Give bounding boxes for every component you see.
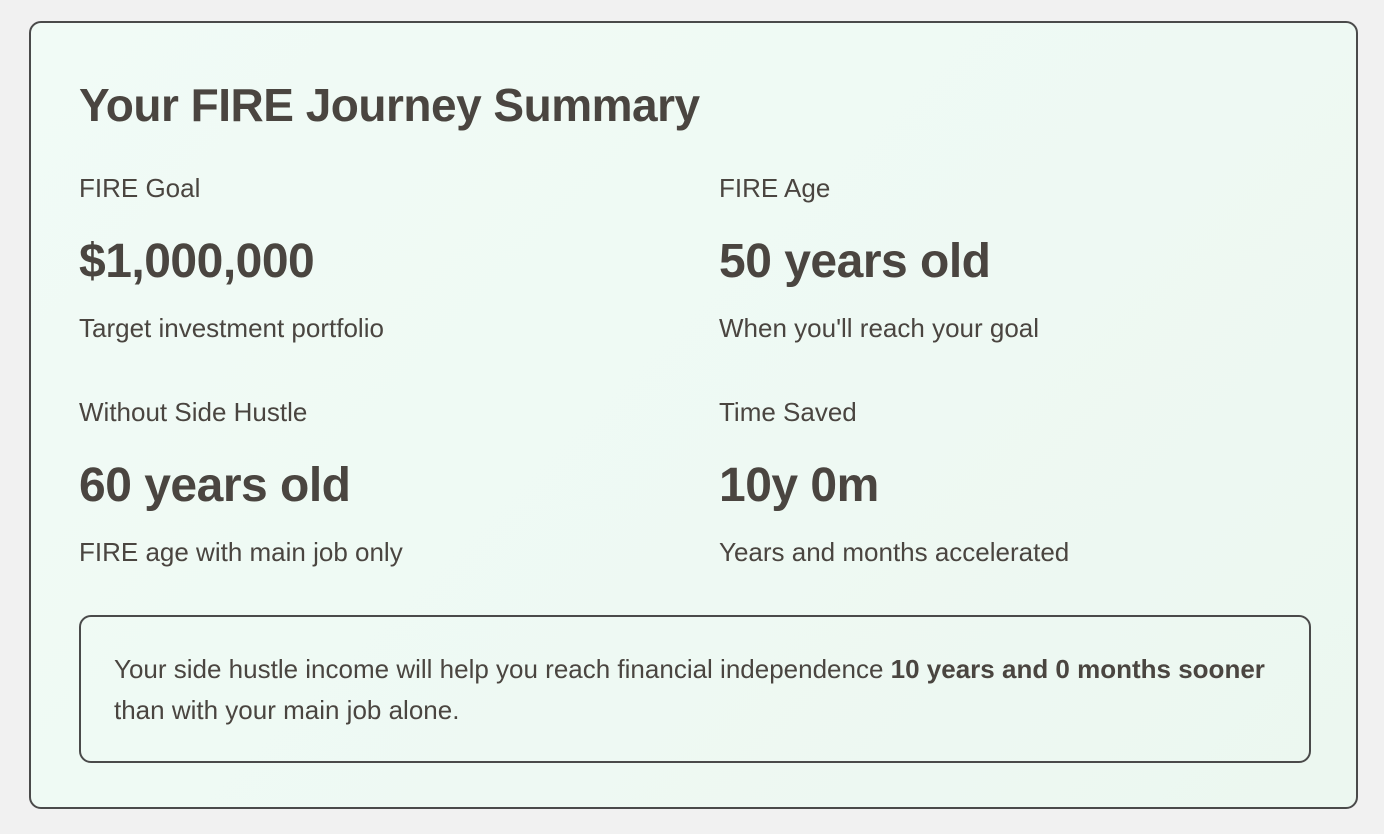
stat-value: 60 years old [79, 459, 351, 512]
stat-fire-goal: FIRE Goal $1,000,000 Target investment p… [79, 172, 639, 344]
stat-time-saved: Time Saved 10y 0m Years and months accel… [719, 396, 1279, 568]
note-text-prefix: Your side hustle income will help you re… [114, 654, 891, 684]
stat-description: When you'll reach your goal [719, 313, 1040, 343]
summary-title: Your FIRE Journey Summary [79, 79, 700, 131]
stat-description: FIRE age with main job only [79, 537, 403, 567]
stat-label: FIRE Age [719, 173, 831, 203]
side-hustle-impact-note: Your side hustle income will help you re… [79, 615, 1311, 763]
fire-summary-card: Your FIRE Journey Summary FIRE Goal $1,0… [29, 21, 1358, 809]
stat-label: Without Side Hustle [79, 397, 308, 427]
stat-label: Time Saved [719, 397, 857, 427]
note-text-suffix: than with your main job alone. [114, 695, 460, 725]
stat-value: 50 years old [719, 235, 991, 288]
stat-without-side-hustle: Without Side Hustle 60 years old FIRE ag… [79, 396, 639, 568]
stat-description: Target investment portfolio [79, 313, 384, 343]
stat-fire-age: FIRE Age 50 years old When you'll reach … [719, 172, 1279, 344]
stat-description: Years and months accelerated [719, 537, 1070, 567]
stat-value: $1,000,000 [79, 235, 315, 288]
note-highlight: 10 years and 0 months sooner [890, 654, 1265, 684]
stat-label: FIRE Goal [79, 173, 201, 203]
stat-value: 10y 0m [719, 459, 879, 512]
